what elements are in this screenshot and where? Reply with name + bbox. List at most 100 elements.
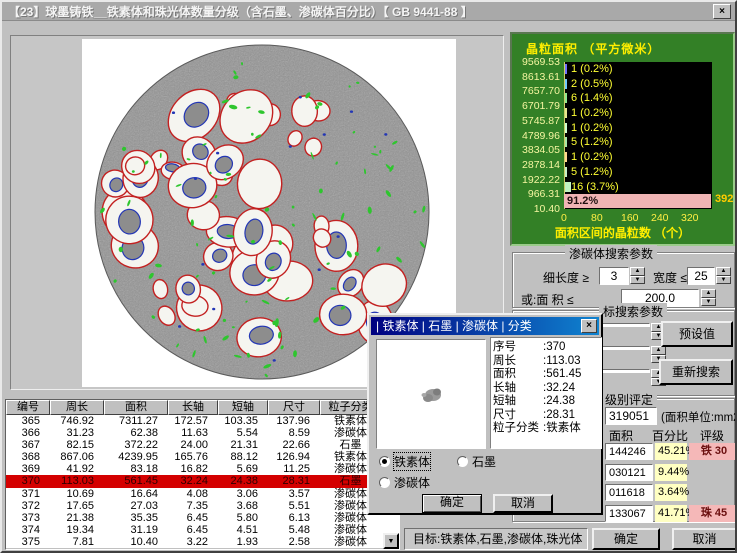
table-cell: 41.92 xyxy=(50,463,104,475)
grade-rating-cell: 珠 45 xyxy=(689,505,737,522)
table-header-cell[interactable]: 面积 xyxy=(104,400,168,415)
table-cell: 10.69 xyxy=(50,488,104,500)
table-cell: 746.92 xyxy=(50,415,104,427)
width-label: 宽度 ≤ xyxy=(653,269,687,286)
table-cell: 372 xyxy=(6,500,50,512)
width-input[interactable]: 25 xyxy=(687,267,715,285)
spinner-up-icon[interactable]: ▲ xyxy=(651,346,666,355)
preset-button[interactable]: 预设值 xyxy=(661,321,733,347)
table-cell: 4.51 xyxy=(218,524,268,536)
table-cell: 83.18 xyxy=(104,463,168,475)
table-cell: 10.40 xyxy=(104,536,168,548)
chart-x-label: 面积区间的晶粒数 （个） xyxy=(512,224,733,241)
target-group-title: 标搜索参数 xyxy=(599,303,667,320)
spinner-up-icon[interactable]: ▲ xyxy=(701,289,716,298)
table-cell: 7.81 xyxy=(50,536,104,548)
slenderness-input[interactable]: 3 xyxy=(599,267,629,285)
spinner-up-icon[interactable]: ▲ xyxy=(630,267,645,276)
chart-bar-row: 1 (0.2%) xyxy=(565,62,712,77)
table-cell: 137.96 xyxy=(268,415,320,427)
table-cell: 3.22 xyxy=(168,536,218,548)
radio-off-icon[interactable] xyxy=(379,477,390,488)
table-row[interactable]: 36631.2362.3811.635.548.59渗碳体 xyxy=(6,427,399,439)
dialog-ok-button[interactable]: 确定 xyxy=(422,494,482,513)
table-cell: 5.51 xyxy=(268,500,320,512)
table-row[interactable]: 368867.064239.95165.7688.12126.94铁素体 xyxy=(6,451,399,463)
table-cell: 561.45 xyxy=(104,475,168,487)
chart-y-tick: 3834.05 xyxy=(512,144,560,156)
radio-graphite[interactable]: 石墨 xyxy=(457,453,496,470)
chart-x-tick: 80 xyxy=(591,212,603,224)
particle-preview-box xyxy=(376,339,486,449)
table-row[interactable]: 36941.9283.1816.825.6911.25渗碳体 xyxy=(6,463,399,475)
chart-y-tick: 6701.79 xyxy=(512,100,560,112)
table-row[interactable]: 37321.3835.356.455.806.13渗碳体 xyxy=(6,512,399,524)
chart-x-tick: 240 xyxy=(651,212,669,224)
research-button[interactable]: 重新搜索 xyxy=(659,359,733,385)
slenderness-label: 细长度 ≥ xyxy=(543,269,589,286)
table-row[interactable]: 36782.15372.2224.0021.3122.66石墨 xyxy=(6,439,399,451)
grade-percent-cell: 9.44% xyxy=(655,464,687,481)
spinner-down-icon[interactable]: ▼ xyxy=(630,276,645,285)
table-row[interactable]: 370113.03561.4532.2424.3828.31石墨 xyxy=(6,475,399,487)
chart-bar-row: 1 (0.2%) xyxy=(565,150,712,165)
table-row[interactable]: 37419.3431.196.454.515.48渗碳体 xyxy=(6,524,399,536)
table-header-cell[interactable]: 长轴 xyxy=(168,400,218,415)
table-row[interactable]: 365746.927311.27172.57103.35137.96铁素体 xyxy=(6,415,399,427)
chart-bar-row: 6 (1.4%) xyxy=(565,91,712,106)
window-close-button[interactable]: × xyxy=(713,4,731,19)
table-cell: 62.38 xyxy=(104,427,168,439)
radio-ferrite[interactable]: 铁素体 xyxy=(379,453,430,470)
table-cell: 21.38 xyxy=(50,512,104,524)
chart-y-tick: 1922.22 xyxy=(512,174,560,186)
table-header-cell[interactable]: 编号 xyxy=(6,400,50,415)
table-scroll-down-button[interactable]: ▼ xyxy=(383,533,399,549)
cancel-button[interactable]: 取消 xyxy=(672,528,737,550)
spinner-down-icon[interactable]: ▼ xyxy=(716,276,731,285)
table-cell: 11.63 xyxy=(168,427,218,439)
grain-area-chart: 晶粒面积 （平方微米） 9569.538613.617657.706701.79… xyxy=(510,32,735,246)
radio-on-icon[interactable] xyxy=(379,456,390,467)
particle-detail-line: 周长:113.03 xyxy=(493,355,599,369)
chart-bar-row: 5 (1.2%) xyxy=(565,165,712,180)
total-area-field[interactable]: 319051 xyxy=(605,407,657,425)
spinner-up-icon[interactable]: ▲ xyxy=(716,267,731,276)
grade-col-percent: 百分比 xyxy=(652,427,688,444)
table-row[interactable]: 37217.6527.037.353.685.51渗碳体 xyxy=(6,500,399,512)
table-header-cell[interactable]: 短轴 xyxy=(218,400,268,415)
table-cell: 3.57 xyxy=(268,488,320,500)
dialog-cancel-button[interactable]: 取消 xyxy=(493,494,553,513)
cementite-group-title: 渗碳体搜索参数 xyxy=(565,245,657,262)
table-header-cell[interactable]: 尺寸 xyxy=(268,400,320,415)
radio-off-icon[interactable] xyxy=(457,456,468,467)
table-row[interactable]: 3757.8110.403.221.932.58渗碳体 xyxy=(6,536,399,548)
particle-detail-box: 序号:370周长:113.03面积:561.45长轴:32.24短轴:24.38… xyxy=(490,337,602,449)
table-cell: 366 xyxy=(6,427,50,439)
particle-detail-line: 长轴:32.24 xyxy=(493,382,599,396)
table-cell: 1.93 xyxy=(218,536,268,548)
table-cell: 24.00 xyxy=(168,439,218,451)
table-header-cell[interactable]: 周长 xyxy=(50,400,104,415)
table-cell: 373 xyxy=(6,512,50,524)
table-cell: 11.25 xyxy=(268,463,320,475)
classification-dialog: | 铁素体 | 石墨 | 渗碳体 | 分类 × 序号:370周长:113.03面… xyxy=(367,313,603,515)
particle-detail-line: 尺寸:28.31 xyxy=(493,409,599,423)
table-cell: 35.35 xyxy=(104,512,168,524)
dialog-close-button[interactable]: × xyxy=(581,319,597,333)
radio-cementite[interactable]: 渗碳体 xyxy=(379,474,430,491)
grade-area-cell: 011618 xyxy=(605,484,653,501)
area-unit-label: (面积单位:mm2) xyxy=(661,409,737,425)
area-spinner: ▲▼ xyxy=(701,289,716,306)
grade-col-area: 面积 xyxy=(609,427,633,444)
table-cell: 370 xyxy=(6,475,50,487)
chart-bar-row: 16 (3.7%) xyxy=(565,180,712,195)
app-window: 【23】球墨铸铁__铁素体和珠光体数量分级（含石墨、渗碳体百分比）【 GB 94… xyxy=(0,0,737,553)
chart-title: 晶粒面积 （平方微米） xyxy=(526,40,660,57)
table-body: 365746.927311.27172.57103.35137.96铁素体366… xyxy=(6,415,399,548)
ok-button[interactable]: 确定 xyxy=(592,528,660,550)
table-cell: 22.66 xyxy=(268,439,320,451)
table-cell: 6.45 xyxy=(168,524,218,536)
spinner-down-icon[interactable]: ▼ xyxy=(701,298,716,307)
table-row[interactable]: 37110.6916.644.083.063.57渗碳体 xyxy=(6,488,399,500)
dialog-title-bar[interactable]: | 铁素体 | 石墨 | 渗碳体 | 分类 xyxy=(371,317,599,335)
